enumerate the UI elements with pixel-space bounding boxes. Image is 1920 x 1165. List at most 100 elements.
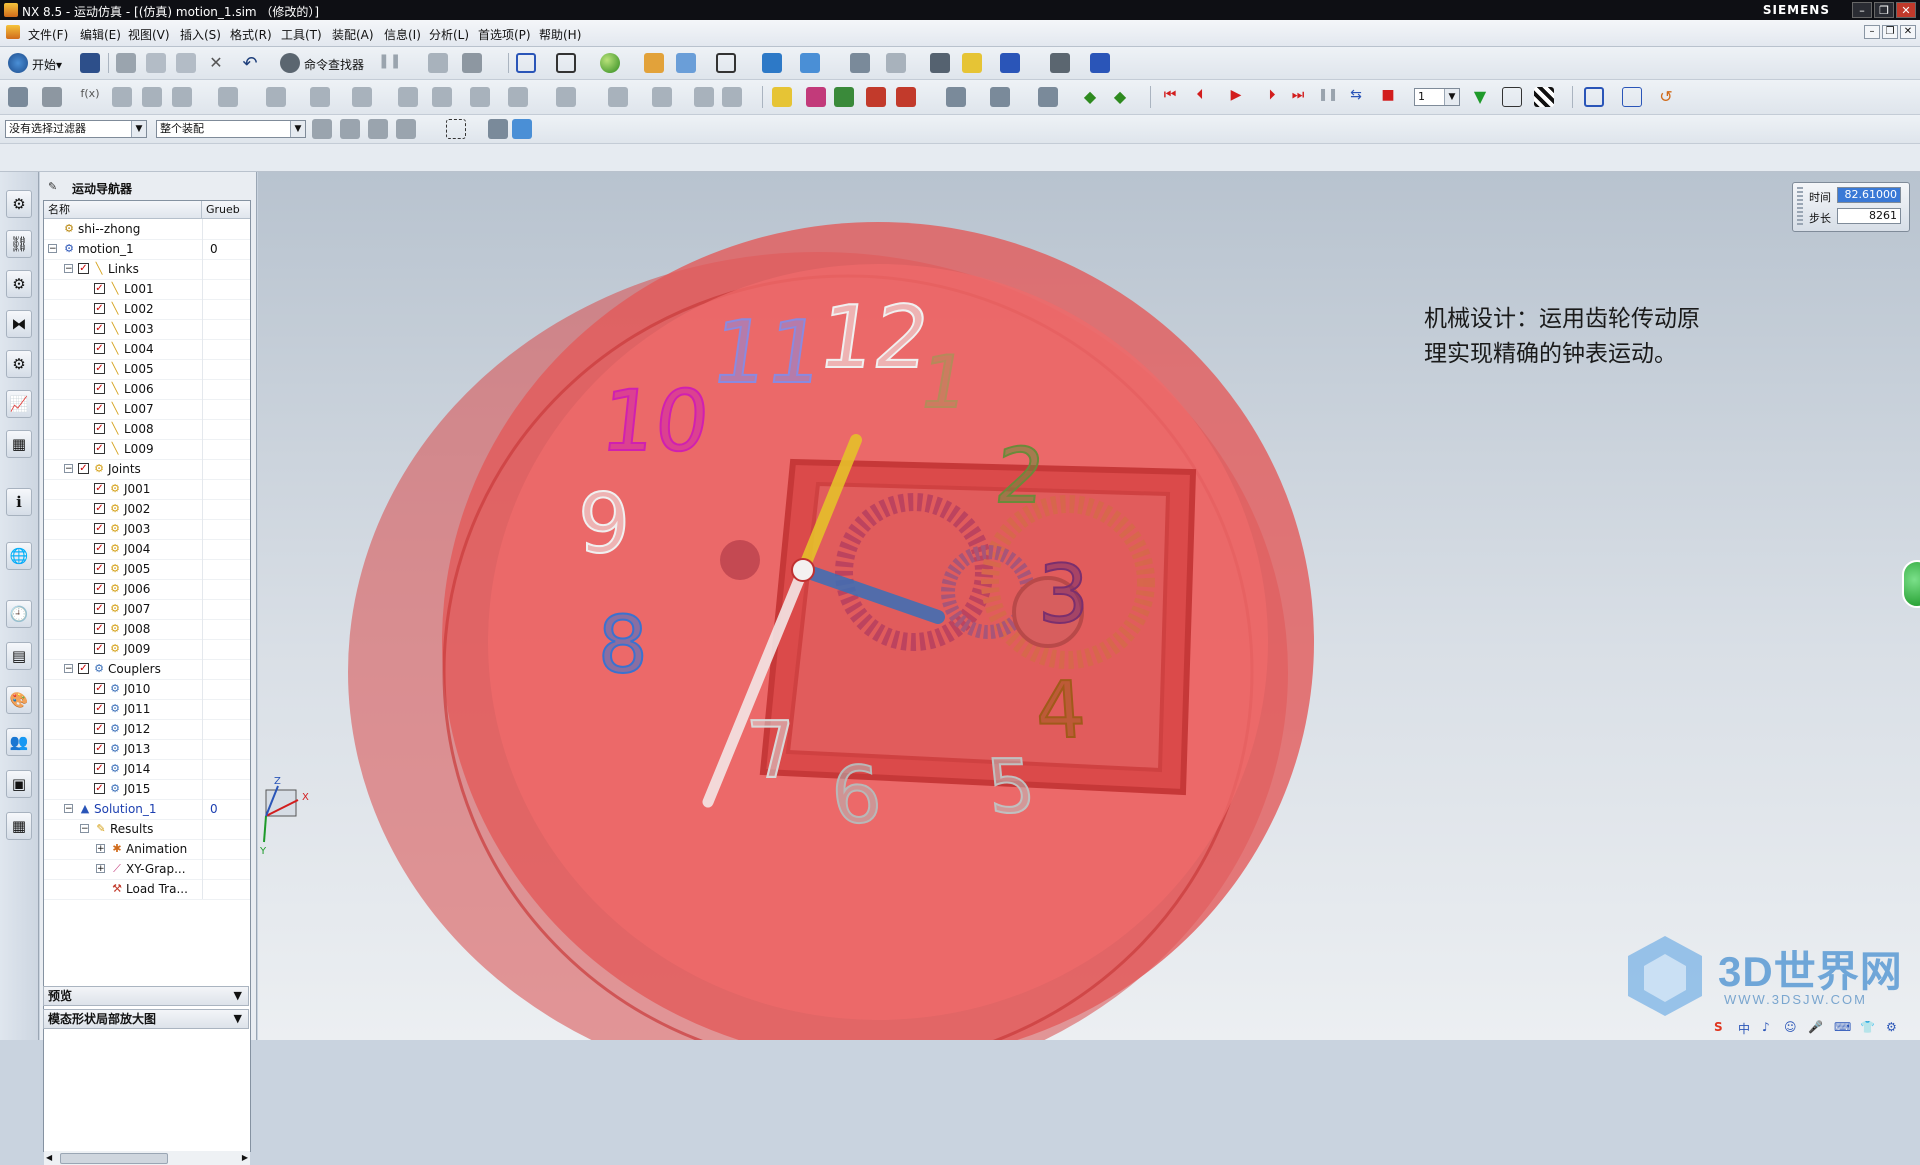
menu-insert[interactable]: 插入(S): [180, 26, 221, 43]
ime-punct-icon[interactable]: ♪: [1762, 1020, 1770, 1034]
tree-row[interactable]: ✓ ╲ L008: [44, 419, 250, 440]
tree-row[interactable]: ✓ ╲ L006: [44, 379, 250, 400]
solve-icon[interactable]: [722, 87, 742, 107]
visibility-checkbox[interactable]: ✓: [94, 703, 105, 714]
visibility-checkbox[interactable]: ✓: [94, 483, 105, 494]
close-button[interactable]: ✕: [1896, 2, 1916, 18]
select-all-icon[interactable]: [312, 119, 332, 139]
visibility-checkbox[interactable]: ✓: [94, 443, 105, 454]
measure-motion-icon[interactable]: [946, 87, 966, 107]
window-icon[interactable]: [428, 53, 448, 73]
delete-icon[interactable]: ✕: [206, 53, 226, 73]
collapse-icon[interactable]: −: [64, 464, 73, 474]
background-icon[interactable]: [676, 53, 696, 73]
constraint3d-icon[interactable]: [508, 87, 528, 107]
tree-row[interactable]: ✓ ⚙ J007: [44, 599, 250, 620]
graphics-viewport[interactable]: 12 1 2 3 4 5 6 7 8 9 10 11 X Y Z 时间 82.61000 步长 826…: [258, 172, 1920, 1040]
joint-create-icon[interactable]: [142, 87, 162, 107]
visibility-checkbox[interactable]: ✓: [94, 683, 105, 694]
mdi-minimize-button[interactable]: –: [1864, 25, 1880, 39]
system-scenes-tab[interactable]: ▣: [6, 770, 32, 798]
visibility-checkbox[interactable]: ✓: [94, 623, 105, 634]
tree-row[interactable]: ✓ ⚙ J002: [44, 499, 250, 520]
minimize-button[interactable]: –: [1852, 2, 1872, 18]
show-hide-icon[interactable]: [762, 53, 782, 73]
menu-help[interactable]: 帮助(H): [539, 26, 581, 43]
expand-icon[interactable]: +: [96, 844, 105, 854]
selection-filter-combo[interactable]: 没有选择过滤器 ▼: [5, 120, 147, 138]
grid-icon[interactable]: [1622, 87, 1642, 107]
pause-icon[interactable]: ❚❚: [378, 53, 401, 73]
paste-icon[interactable]: [176, 53, 196, 73]
fit-view-icon[interactable]: [516, 53, 536, 73]
visibility-checkbox[interactable]: ✓: [78, 663, 89, 674]
modal-shape-panel-header[interactable]: 模态形状局部放大图 ▼: [43, 1009, 249, 1029]
tree-row[interactable]: − ▲ Solution_1 0: [44, 799, 250, 820]
templates-tab[interactable]: ▤: [6, 642, 32, 670]
visibility-checkbox[interactable]: ✓: [94, 403, 105, 414]
horizontal-scrollbar[interactable]: ◀ ▶: [44, 1151, 250, 1165]
step-forward-icon[interactable]: ⏵: [1262, 87, 1282, 107]
tree-row[interactable]: − ✓ ⚙ Couplers: [44, 659, 250, 680]
analysis-icon[interactable]: [962, 53, 982, 73]
curve-curve-icon[interactable]: [608, 87, 628, 107]
undo-icon[interactable]: ↶: [240, 53, 260, 74]
visibility-checkbox[interactable]: ✓: [94, 423, 105, 434]
trace-icon[interactable]: [866, 87, 886, 107]
assembly-navigator-tab[interactable]: ⚙: [6, 190, 32, 218]
collapse-icon[interactable]: −: [64, 264, 73, 274]
layer-icon[interactable]: [462, 53, 482, 73]
cut-icon[interactable]: [116, 53, 136, 73]
link-create-icon[interactable]: [112, 87, 132, 107]
visibility-checkbox[interactable]: ✓: [94, 523, 105, 534]
menu-analysis[interactable]: 分析(L): [429, 26, 469, 43]
visibility-checkbox[interactable]: ✓: [94, 303, 105, 314]
visibility-checkbox[interactable]: ✓: [94, 643, 105, 654]
scrollbar-thumb[interactable]: [60, 1153, 168, 1164]
envelope-icon[interactable]: [990, 87, 1010, 107]
snap-point-icon[interactable]: [340, 119, 360, 139]
fast-forward-icon[interactable]: ⏭: [1288, 87, 1308, 107]
visibility-checkbox[interactable]: ✓: [94, 743, 105, 754]
ime-lang-icon[interactable]: 中: [1738, 1020, 1750, 1037]
sequence-icon[interactable]: [1038, 87, 1058, 107]
visibility-checkbox[interactable]: ✓: [94, 583, 105, 594]
nx-menu-icon[interactable]: [6, 25, 20, 39]
orient-view-icon[interactable]: [556, 53, 576, 73]
menu-preferences[interactable]: 首选项(P): [478, 26, 531, 43]
info-tab[interactable]: ℹ: [6, 488, 32, 516]
chevron-down-icon[interactable]: ▼: [290, 121, 305, 137]
link-tool-icon[interactable]: [930, 53, 950, 73]
menu-information[interactable]: 信息(I): [384, 26, 421, 43]
tree-row[interactable]: ✓ ╲ L007: [44, 399, 250, 420]
visibility-checkbox[interactable]: ✓: [94, 283, 105, 294]
tree-row[interactable]: ✓ ⚙ J001: [44, 479, 250, 500]
visibility-checkbox[interactable]: ✓: [94, 723, 105, 734]
shaded-icon[interactable]: [600, 53, 620, 73]
step-back-icon[interactable]: ⏴: [1190, 87, 1210, 107]
function-icon[interactable]: f(x): [80, 87, 100, 107]
copy-icon[interactable]: [146, 53, 166, 73]
snap-end-icon[interactable]: [368, 119, 388, 139]
menu-view[interactable]: 视图(V): [128, 26, 170, 43]
snapshot-icon[interactable]: [1502, 87, 1522, 107]
environment-icon[interactable]: [8, 87, 28, 107]
visibility-checkbox[interactable]: ✓: [94, 783, 105, 794]
reset-icon[interactable]: ↺: [1656, 87, 1676, 107]
interference-icon[interactable]: [896, 87, 916, 107]
tree-row[interactable]: ✓ ╲ L004: [44, 339, 250, 360]
tree-row[interactable]: ✓ ╲ L005: [44, 359, 250, 380]
mdi-close-button[interactable]: ✕: [1900, 25, 1916, 39]
tree-row[interactable]: ✓ ⚙ J006: [44, 579, 250, 600]
visibility-checkbox[interactable]: ✓: [94, 363, 105, 374]
solver-icon[interactable]: [652, 87, 672, 107]
chevron-down-icon[interactable]: ▼: [131, 121, 146, 137]
ime-skin-icon[interactable]: 👕: [1860, 1020, 1875, 1034]
visibility-checkbox[interactable]: ✓: [94, 323, 105, 334]
command-finder-button[interactable]: 命令查找器: [304, 56, 364, 73]
rewind-to-start-icon[interactable]: ⏮: [1160, 87, 1180, 107]
tree-row[interactable]: − ✎ Results: [44, 819, 250, 840]
spreadsheet-icon[interactable]: [834, 87, 854, 107]
tree-row[interactable]: ⚒ Load Tra...: [44, 879, 250, 900]
torque-icon[interactable]: [432, 87, 452, 107]
